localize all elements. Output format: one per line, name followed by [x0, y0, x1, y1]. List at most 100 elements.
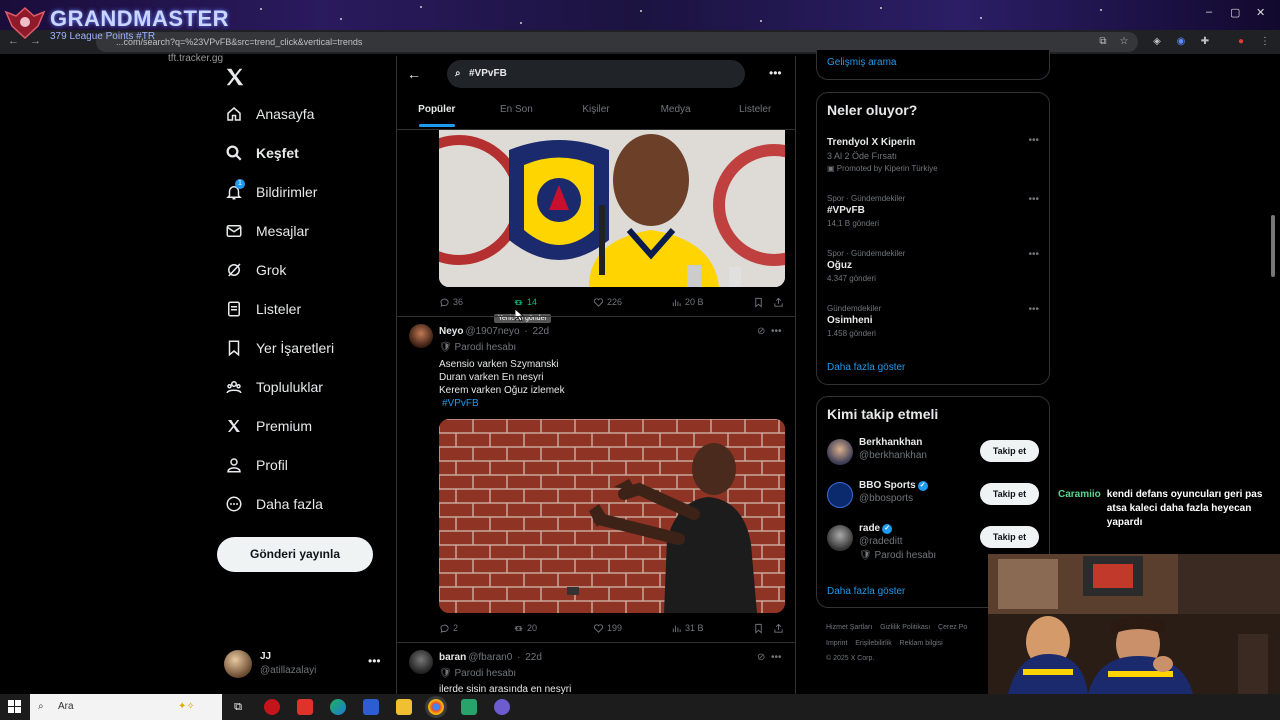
- kebab-menu-icon[interactable]: ⋮: [1258, 35, 1272, 49]
- show-more-follow-link[interactable]: Daha fazla göster: [827, 586, 905, 597]
- back-arrow-icon[interactable]: ←: [407, 66, 421, 82]
- follow-suggestion[interactable]: Berkhankhan @berkhankhan Takip et: [827, 437, 1041, 477]
- ellipsis-icon[interactable]: •••: [1028, 194, 1039, 205]
- taskbar-search-input[interactable]: ⌕ Ara ✦✧: [30, 694, 222, 720]
- folder-icon[interactable]: [396, 699, 412, 715]
- audio-icon[interactable]: ◉: [1174, 35, 1188, 49]
- edge-icon[interactable]: [330, 699, 346, 715]
- tab-latest[interactable]: En Son: [477, 100, 557, 130]
- post-button[interactable]: Gönderi yayınla: [217, 537, 373, 572]
- extension-icon[interactable]: ◈: [1150, 35, 1164, 49]
- tab-lists[interactable]: Listeler: [715, 100, 795, 130]
- store-icon[interactable]: [363, 699, 379, 715]
- avatar[interactable]: [409, 324, 433, 348]
- ellipsis-icon[interactable]: •••: [368, 654, 381, 668]
- ellipsis-icon[interactable]: •••: [771, 652, 782, 663]
- app-green-icon[interactable]: [461, 699, 477, 715]
- avatar[interactable]: [409, 650, 433, 674]
- hashtag-link[interactable]: #VPvFB: [442, 397, 565, 410]
- account-switcher[interactable]: JJ @atillazalayi •••: [224, 648, 384, 680]
- app-red-icon[interactable]: [297, 699, 313, 715]
- tweet-image-press-conference[interactable]: [439, 130, 785, 287]
- ellipsis-icon[interactable]: •••: [1028, 135, 1039, 146]
- footer-link[interactable]: Hizmet Şartları: [826, 624, 872, 631]
- nav-item-home[interactable]: Anasayfa: [224, 100, 314, 128]
- footer-link[interactable]: Erişilebilirlik: [855, 640, 892, 647]
- puzzle-icon[interactable]: ✚: [1198, 35, 1212, 49]
- reply-button[interactable]: 36: [439, 297, 513, 308]
- task-view-icon[interactable]: ⧉: [230, 699, 246, 715]
- grok-icon[interactable]: ⊘: [757, 326, 765, 337]
- trends-title: Neler oluyor?: [827, 102, 918, 118]
- grok-icon[interactable]: ⊘: [757, 652, 765, 663]
- list-icon: [224, 299, 244, 319]
- nav-item-profile[interactable]: Profil: [224, 451, 288, 479]
- show-more-trends-link[interactable]: Daha fazla göster: [827, 362, 905, 373]
- tab-people[interactable]: Kişiler: [556, 100, 636, 130]
- views-button[interactable]: 31 B: [671, 623, 753, 634]
- follow-button[interactable]: Takip et: [980, 483, 1039, 505]
- footer-link[interactable]: Imprint: [826, 640, 847, 647]
- follow-button[interactable]: Takip et: [980, 440, 1039, 462]
- url-field[interactable]: ...com/search?q=%23VPvFB&src=trend_click…: [96, 32, 1138, 52]
- tab-popular[interactable]: Popüler: [397, 100, 477, 130]
- bookmark-button[interactable]: [753, 297, 773, 308]
- follow-button[interactable]: Takip et: [980, 526, 1039, 548]
- retweet-count: 20: [527, 623, 538, 633]
- footer-link[interactable]: Çerez Po: [938, 624, 967, 631]
- bookmark-button[interactable]: [753, 623, 773, 634]
- trend-item[interactable]: Gündemdekiler Osimheni 1.458 gönderi •••: [827, 304, 1041, 338]
- close-icon[interactable]: ✕: [1256, 6, 1265, 19]
- retweet-button[interactable]: 14: [513, 297, 593, 308]
- follow-suggestion[interactable]: BBO Sports ✓ @bbosports Takip et: [827, 480, 1041, 520]
- grandmaster-emblem-icon: [4, 6, 46, 40]
- retweet-button[interactable]: 20: [513, 623, 593, 634]
- search-header: ← ⌕ #VPvFB ••• Popüler En Son Kişiler Me…: [397, 56, 795, 130]
- minimize-icon[interactable]: –: [1206, 6, 1212, 18]
- tweet-author[interactable]: baran @fbaran0 · 22d: [439, 652, 542, 663]
- share-button[interactable]: [773, 623, 784, 634]
- ellipsis-icon[interactable]: •••: [769, 66, 782, 80]
- opera-gx-icon[interactable]: [264, 699, 280, 715]
- advanced-search-link[interactable]: Gelişmiş arama: [827, 57, 896, 68]
- tweet-image-brick-wall[interactable]: [439, 419, 785, 613]
- ellipsis-icon[interactable]: •••: [1028, 249, 1039, 260]
- like-button[interactable]: 199: [593, 623, 671, 634]
- nav-item-more[interactable]: Daha fazla: [224, 490, 323, 518]
- like-button[interactable]: 226: [593, 297, 671, 308]
- views-button[interactable]: 20 B: [671, 297, 753, 308]
- nav-item-grok[interactable]: Grok: [224, 256, 286, 284]
- footer-link[interactable]: Reklam bilgisi: [900, 640, 943, 647]
- x-logo-icon[interactable]: [224, 66, 246, 88]
- reply-button[interactable]: 2: [439, 623, 513, 634]
- ellipsis-icon[interactable]: •••: [1028, 304, 1039, 315]
- trend-item[interactable]: Spor · Gündemdekiler #VPvFB 14,1 B gönde…: [827, 194, 1041, 228]
- nav-item-lists[interactable]: Listeler: [224, 295, 301, 323]
- nav-item-communities[interactable]: Topluluklar: [224, 373, 323, 401]
- nav-label: Mesajlar: [256, 223, 309, 239]
- share-button[interactable]: [773, 297, 784, 308]
- tweet-author[interactable]: Neyo @1907neyo · 22d: [439, 326, 549, 337]
- nav-item-premium[interactable]: Premium: [224, 412, 312, 440]
- tab-media[interactable]: Medya: [636, 100, 716, 130]
- nav-item-bookmarks[interactable]: Yer İşaretleri: [224, 334, 334, 362]
- chrome-icon[interactable]: [428, 699, 444, 715]
- nav-item-messages[interactable]: Mesajlar: [224, 217, 309, 245]
- discord-icon[interactable]: [494, 699, 510, 715]
- nav-label: Profil: [256, 457, 288, 473]
- scrollbar-thumb[interactable]: [1271, 215, 1275, 277]
- trend-item[interactable]: Spor · Gündemdekiler Oğuz 4.347 gönderi …: [827, 249, 1041, 283]
- footer-link[interactable]: Gizlilik Politikası: [880, 624, 930, 631]
- nav-item-notifications[interactable]: 1 Bildirimler: [224, 178, 317, 206]
- install-icon[interactable]: ⧉: [1096, 35, 1110, 49]
- nav-item-explore[interactable]: Keşfet: [224, 139, 299, 167]
- profile-avatar-icon[interactable]: ●: [1234, 35, 1248, 49]
- star-bookmark-icon[interactable]: ☆: [1117, 35, 1131, 49]
- tweet-line: ilerde sisin arasında en nesyri: [439, 684, 572, 694]
- nav-label: Keşfet: [256, 145, 299, 161]
- ellipsis-icon[interactable]: •••: [771, 326, 782, 337]
- search-input[interactable]: ⌕ #VPvFB: [447, 60, 745, 88]
- trend-item[interactable]: Trendyol X Kiperin 3 Al 2 Öde Fırsatı ▣ …: [827, 135, 1041, 173]
- windows-start-icon[interactable]: [8, 700, 21, 713]
- maximize-icon[interactable]: ▢: [1230, 6, 1240, 19]
